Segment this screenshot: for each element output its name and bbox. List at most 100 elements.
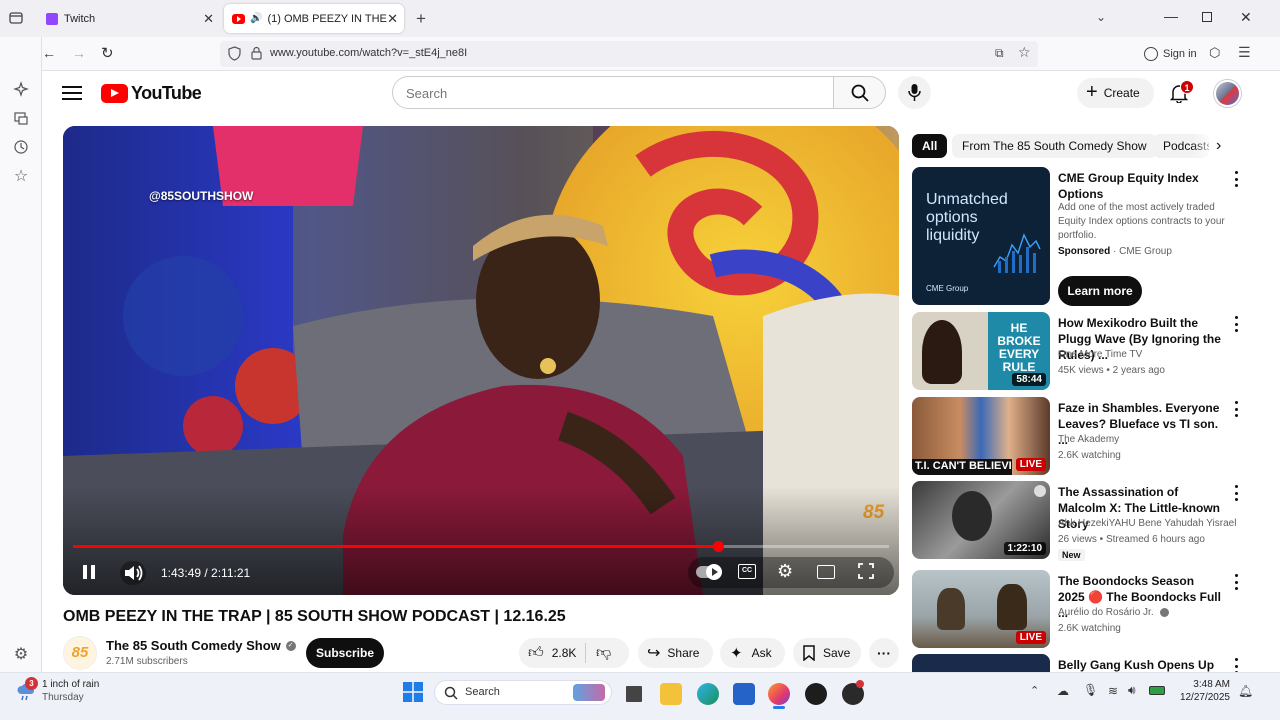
notification-center-icon[interactable]: 🔔︎: [1238, 684, 1253, 698]
bookmark-star-icon[interactable]: ☆: [1018, 44, 1031, 61]
chevron-up-icon[interactable]: ⌃: [1030, 684, 1039, 697]
start-button[interactable]: [403, 682, 423, 702]
captions-button[interactable]: CC: [738, 564, 756, 579]
wifi-icon[interactable]: ≋: [1108, 684, 1118, 698]
window-close-icon[interactable]: ✕: [1240, 9, 1252, 26]
video-thumbnail[interactable]: [912, 654, 1050, 672]
create-button[interactable]: + Create: [1077, 78, 1154, 108]
mic-tray-icon[interactable]: 🎙︎: [1083, 683, 1098, 697]
voice-search-button[interactable]: [898, 76, 931, 109]
chevron-right-icon[interactable]: ›: [1216, 137, 1221, 155]
more-actions-button[interactable]: ···: [869, 638, 899, 668]
channel-name[interactable]: Aurélio do Rosário Jr.: [1058, 607, 1154, 618]
minimize-icon[interactable]: —: [1164, 8, 1178, 24]
ask-button[interactable]: ✦ Ask: [720, 638, 785, 668]
more-options-icon[interactable]: [1230, 316, 1242, 332]
notifications-button[interactable]: 1: [1168, 80, 1194, 105]
like-button[interactable]: 👍︎ 2.8K: [519, 643, 586, 663]
restore-icon[interactable]: [1202, 12, 1212, 22]
ad-menu-icon[interactable]: [1230, 171, 1242, 187]
fullscreen-button[interactable]: [858, 563, 874, 579]
list-tabs-icon[interactable]: ⌄: [1096, 10, 1106, 24]
video-thumbnail[interactable]: T.I. CAN'T BELIEVE LIVE: [912, 397, 1050, 475]
url-text[interactable]: www.youtube.com/watch?v=_stE4j_ne8I: [270, 47, 467, 59]
channel-name[interactable]: Ahk HezekiYAHU Bene Yahudah Yisrael: [1058, 517, 1236, 531]
bookmarks-icon[interactable]: ☆: [11, 166, 31, 186]
list-item[interactable]: LIVE The Boondocks Season 2025 🔴 The Boo…: [912, 570, 1242, 650]
task-view-icon[interactable]: [623, 683, 645, 705]
back-icon[interactable]: ←: [42, 45, 56, 61]
channel-name[interactable]: One More Time TV: [1058, 348, 1142, 362]
progress-bar[interactable]: [73, 541, 889, 552]
more-options-icon[interactable]: [1230, 658, 1242, 672]
forward-icon[interactable]: →: [72, 45, 86, 61]
shield-icon[interactable]: [228, 46, 241, 61]
volume-tray-icon[interactable]: 🔊︎: [1128, 683, 1136, 698]
page-scrollbar[interactable]: [1265, 71, 1280, 672]
address-bar[interactable]: www.youtube.com/watch?v=_stE4j_ne8I ⧉ ☆: [220, 41, 1038, 67]
volume-button[interactable]: [120, 561, 146, 585]
autoplay-toggle[interactable]: [696, 564, 722, 580]
channel-avatar[interactable]: 85: [63, 636, 97, 670]
save-button[interactable]: Save: [793, 638, 861, 668]
close-tab-icon[interactable]: ✕: [203, 11, 214, 27]
more-options-icon[interactable]: [1230, 485, 1242, 501]
list-item[interactable]: Belly Gang Kush Opens Up: [912, 654, 1242, 672]
search-input[interactable]: Search: [392, 76, 834, 109]
extensions-icon[interactable]: ⬡: [1209, 45, 1220, 61]
chatgpt-icon[interactable]: [805, 683, 827, 705]
more-options-icon[interactable]: [1230, 401, 1242, 417]
taskbar-search[interactable]: Search: [434, 680, 612, 705]
subscribe-button[interactable]: Subscribe: [306, 638, 384, 668]
chip-all[interactable]: All: [912, 134, 948, 158]
learn-more-button[interactable]: Learn more: [1058, 276, 1142, 306]
onedrive-icon[interactable]: ☁: [1057, 684, 1069, 698]
store-icon[interactable]: [733, 683, 755, 705]
sign-in-button[interactable]: Sign in: [1138, 42, 1200, 66]
video-thumbnail[interactable]: LIVE: [912, 570, 1050, 648]
channel-name-row[interactable]: The 85 South Comedy Show ✓: [106, 638, 296, 653]
channel-name[interactable]: The Akademy: [1058, 433, 1119, 447]
ad-thumbnail[interactable]: Unmatched options liquidity CME Group: [912, 167, 1050, 305]
dislike-button[interactable]: 👎︎: [586, 644, 611, 662]
list-item[interactable]: HE BROKE EVERY RULE 58:44 How Mexikodro …: [912, 312, 1242, 392]
weather-text[interactable]: 1 inch of rain: [42, 679, 99, 690]
video-thumbnail[interactable]: HE BROKE EVERY RULE 58:44: [912, 312, 1050, 390]
weather-widget[interactable]: 3: [16, 677, 38, 702]
lock-icon[interactable]: [251, 46, 262, 60]
ad-card[interactable]: Unmatched options liquidity CME Group CM…: [912, 167, 1242, 307]
synced-tabs-icon[interactable]: [11, 108, 31, 128]
youtube-logo[interactable]: YouTube: [101, 83, 202, 104]
list-item[interactable]: 1:22:10 The Assassination of Malcolm X: …: [912, 481, 1242, 565]
share-button[interactable]: ↪ Share: [638, 638, 713, 668]
list-item[interactable]: T.I. CAN'T BELIEVE LIVE Faze in Shambles…: [912, 397, 1242, 477]
video-player[interactable]: @85SOUTHSHOW 85 1:43:49 / 2:11:21 CC ⚙: [63, 126, 899, 595]
avatar[interactable]: [1214, 80, 1241, 107]
reload-icon[interactable]: ↻: [101, 44, 114, 62]
theater-mode-button[interactable]: [817, 565, 835, 579]
sidebar-settings-icon[interactable]: ⚙: [11, 644, 31, 664]
speaker-icon[interactable]: 🔊: [250, 13, 262, 24]
battery-icon[interactable]: [1149, 686, 1165, 695]
file-explorer-icon[interactable]: [660, 683, 682, 705]
new-tab-icon[interactable]: +: [416, 9, 426, 29]
translate-icon[interactable]: ⧉: [995, 46, 1004, 61]
guide-menu-icon[interactable]: [62, 84, 82, 102]
video-thumbnail[interactable]: 1:22:10: [912, 481, 1050, 559]
ai-chatbot-icon[interactable]: [11, 79, 31, 99]
taskbar-time[interactable]: 3:48 AM: [1178, 679, 1230, 690]
channel-name[interactable]: The 85 South Comedy Show: [106, 638, 281, 653]
tab-youtube[interactable]: 🔊 (1) OMB PEEZY IN THE TRAP ✕: [224, 4, 404, 33]
chip-from-channel[interactable]: From The 85 South Comedy Show: [952, 134, 1157, 158]
firefox-icon[interactable]: [768, 683, 790, 705]
pause-button[interactable]: [80, 563, 98, 581]
taskbar-date[interactable]: 12/27/2025: [1170, 692, 1230, 703]
video-title[interactable]: Belly Gang Kush Opens Up: [1058, 657, 1223, 672]
app-menu-icon[interactable]: ☰: [1238, 44, 1251, 61]
close-tab-icon[interactable]: ✕: [387, 11, 398, 27]
settings-gear-icon[interactable]: ⚙: [777, 561, 793, 582]
search-button[interactable]: [833, 76, 886, 109]
tab-overview-icon[interactable]: [8, 10, 24, 26]
progress-scrubber[interactable]: [712, 541, 724, 552]
edge-icon[interactable]: [697, 683, 719, 705]
